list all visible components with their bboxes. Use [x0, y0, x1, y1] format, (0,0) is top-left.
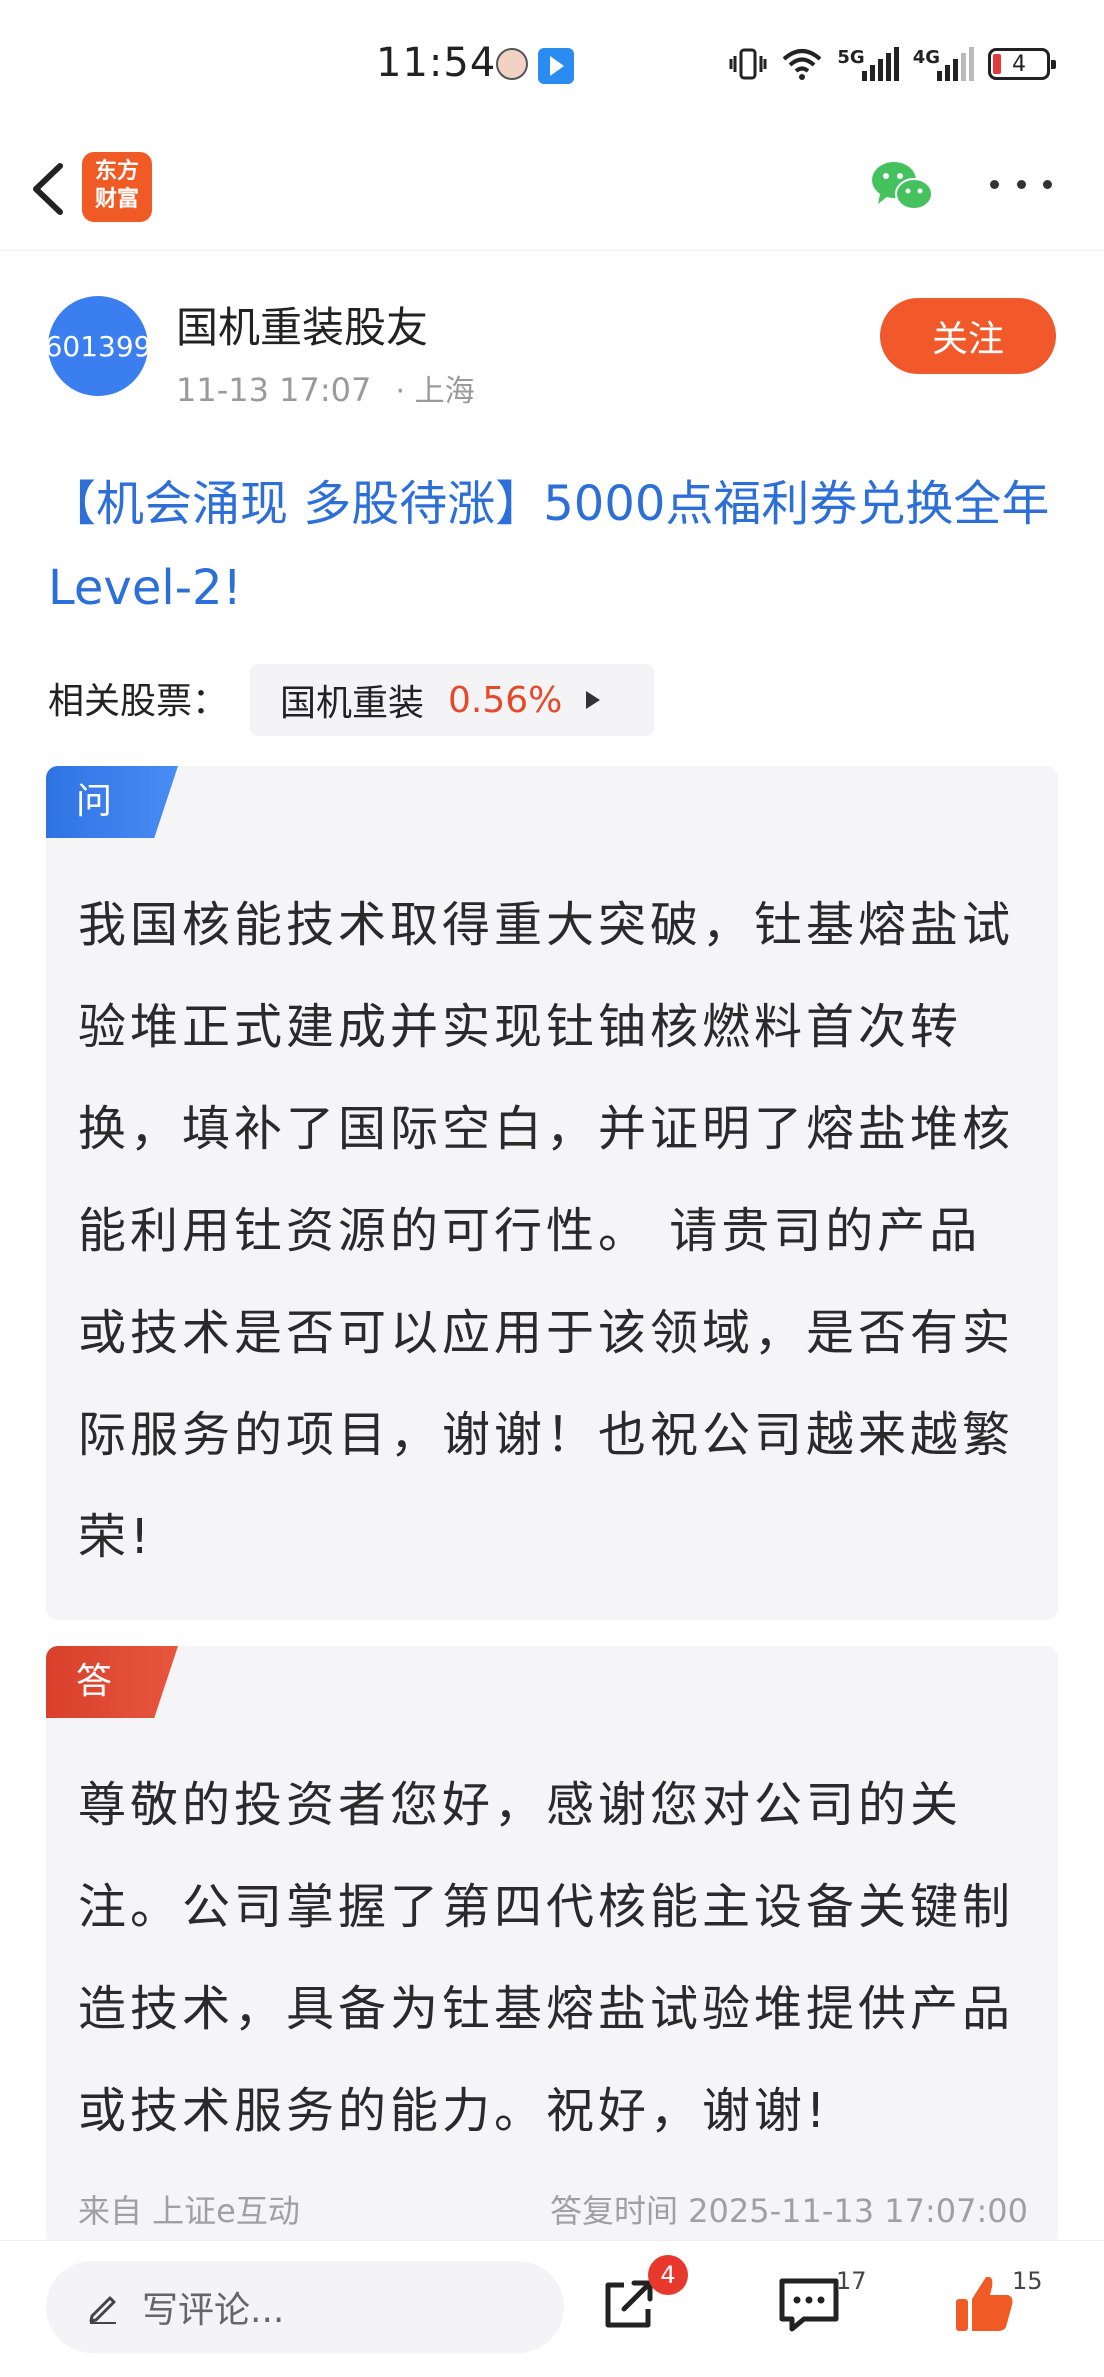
answer-source: 来自 上证e互动 — [78, 2192, 300, 2230]
author-avatar[interactable]: 601399 — [45, 296, 151, 396]
battery-icon: 4 — [988, 48, 1056, 80]
notification-app-icon — [538, 48, 574, 84]
status-time: 11:54 — [376, 40, 497, 86]
comment-icon[interactable] — [774, 2269, 844, 2339]
network-4g-label: 4G — [912, 47, 940, 68]
author-meta: 11-13 17:07 · 上海 — [176, 366, 475, 410]
comment-count: 17 — [836, 2267, 867, 2295]
post-datetime: 11-13 17:07 — [176, 371, 372, 409]
author-name[interactable]: 国机重装股友 — [176, 294, 428, 355]
notification-avatar-icon — [496, 48, 528, 80]
pen-icon — [89, 2296, 116, 2324]
avatar-text: 601399 — [44, 329, 152, 363]
post-title[interactable]: 【机会涌现 多股待涨】5000点福利券兑换全年Level-2! — [48, 462, 1058, 630]
wechat-share-icon[interactable] — [868, 156, 936, 216]
follow-button[interactable]: 关注 — [880, 298, 1056, 374]
status-bar: 11:54 5G 4G 4 — [0, 0, 1104, 130]
like-count: 15 — [1012, 2267, 1043, 2295]
related-stocks-label: 相关股票： — [48, 681, 229, 722]
stock-name: 国机重装 — [280, 683, 425, 724]
play-arrow-icon — [586, 691, 601, 709]
post-location: · 上海 — [395, 374, 475, 409]
status-indicators: 5G 4G 4 — [729, 44, 1056, 84]
comment-input[interactable]: 写评论... — [46, 2261, 564, 2353]
vibrate-icon — [729, 48, 767, 80]
thumbs-up-icon[interactable] — [950, 2269, 1020, 2339]
logo-line-1: 东方 — [94, 159, 139, 184]
question-card: 问 我国核能技术取得重大突破，钍基熔盐试验堆正式建成并实现钍铀核燃料首次转换，填… — [46, 766, 1058, 1620]
answer-tag: 答 — [46, 1646, 178, 1718]
comment-placeholder: 写评论... — [142, 2290, 285, 2331]
bottom-bar: 写评论... 4 17 15 — [0, 2240, 1104, 2377]
question-text: 我国核能技术取得重大突破，钍基熔盐试验堆正式建成并实现钍铀核燃料首次转换，填补了… — [78, 897, 1015, 1565]
signal-5g-icon: 5G — [837, 47, 899, 81]
related-stock-chip[interactable]: 国机重装 0.56% — [250, 664, 654, 736]
question-tag: 问 — [46, 766, 178, 838]
more-icon[interactable] — [990, 180, 1052, 194]
answer-reply-time: 答复时间 2025-11-13 17:07:00 — [549, 2192, 1028, 2230]
share-badge: 4 — [648, 2255, 688, 2295]
answer-card: 答 尊敬的投资者您好，感谢您对公司的关注。公司掌握了第四代核能主设备关键制造技术… — [46, 1646, 1058, 2246]
signal-4g-icon: 4G — [913, 47, 974, 81]
answer-text: 尊敬的投资者您好，感谢您对公司的关注。公司掌握了第四代核能主设备关键制造技术，具… — [78, 1777, 1015, 2139]
wifi-icon — [783, 49, 822, 80]
logo-line-2: 财富 — [94, 187, 139, 212]
app-logo[interactable]: 东方 财富 — [82, 152, 152, 222]
battery-level: 4 — [1012, 51, 1026, 77]
answer-footer: 来自 上证e互动 答复时间 2025-11-13 17:07:00 — [78, 2186, 1028, 2232]
stock-change: 0.56% — [448, 679, 563, 721]
network-5g-label: 5G — [837, 47, 865, 68]
top-nav: 东方 财富 — [0, 130, 1104, 251]
